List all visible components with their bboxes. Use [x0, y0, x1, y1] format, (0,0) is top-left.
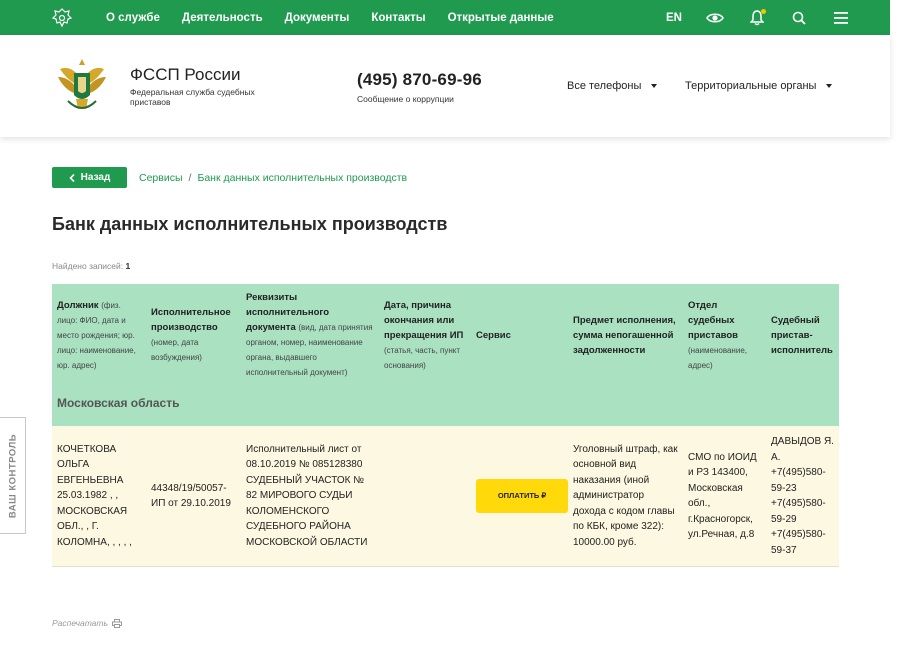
regions-dropdown[interactable]: Территориальные органы — [685, 80, 833, 92]
bell-icon[interactable] — [748, 8, 766, 27]
breadcrumb: Сервисы / Банк данных исполнительных про… — [139, 172, 407, 184]
breadcrumb-item-services[interactable]: Сервисы — [139, 172, 183, 184]
nav-item-contacts[interactable]: Контакты — [371, 12, 425, 24]
region-label: Московская область — [52, 386, 839, 426]
region-row: Московская область — [52, 386, 839, 426]
back-label: Назад — [80, 172, 111, 183]
all-phones-label: Все телефоны — [567, 80, 642, 92]
col-header-subject: Предмет исполнения, сумма непогашенной з… — [568, 284, 683, 386]
cell-proceeding: 44348/19/50057-ИП от 29.10.2019 — [146, 426, 241, 567]
printer-icon — [111, 618, 122, 628]
search-icon[interactable] — [790, 9, 808, 27]
nav-item-documents[interactable]: Документы — [285, 12, 350, 24]
cell-end-date — [379, 426, 471, 567]
hotline-phone[interactable]: (495) 870-69-96 — [357, 70, 482, 90]
breadcrumb-separator: / — [188, 172, 192, 184]
emblem-icon[interactable] — [50, 6, 74, 30]
menu-icon[interactable] — [832, 9, 850, 27]
col-header-debtor: Должник (физ. лицо: ФИО, дата и место ро… — [52, 284, 146, 386]
print-label: Распечатать — [52, 618, 108, 628]
hotline-caption: Сообщение о коррупции — [357, 94, 454, 104]
back-button[interactable]: Назад — [52, 167, 127, 188]
cell-bailiff: ДАВЫДОВ Я. А. +7(495)580-59-23 +7(495)58… — [766, 426, 839, 567]
col-header-proceeding: Исполнительное производство (номер, дата… — [146, 284, 241, 386]
org-name: ФССП России — [130, 65, 241, 84]
table-row: КОЧЕТКОВА ОЛЬГА ЕВГЕНЬЕВНА 25.03.1982 , … — [52, 426, 839, 567]
cell-document: Исполнительный лист от 08.10.2019 № 0851… — [241, 426, 379, 567]
language-switch[interactable]: EN — [666, 12, 682, 24]
notification-dot — [761, 8, 766, 14]
main-nav: О службе Деятельность Документы Контакты… — [106, 0, 554, 35]
site-header: ФССП России Федеральная служба судебных … — [0, 35, 890, 137]
cell-department: СМО по ИОИД и РЗ 143400, Московская обл.… — [683, 426, 766, 567]
your-control-tab[interactable]: ВАШ КОНТРОЛЬ — [0, 417, 26, 534]
col-header-document: Реквизиты исполнительного документа (вид… — [241, 284, 379, 386]
col-header-department: Отдел судебных приставов (наименование, … — [683, 284, 766, 386]
eye-icon[interactable] — [706, 9, 724, 27]
col-header-service: Сервис — [471, 284, 568, 386]
regions-label: Территориальные органы — [685, 80, 817, 92]
cell-subject: Уголовный штраф, как основной вид наказа… — [568, 426, 683, 567]
cell-service: ОПЛАТИТЬ ₽ — [471, 426, 568, 567]
nav-item-activity[interactable]: Деятельность — [182, 12, 263, 24]
nav-item-open-data[interactable]: Открытые данные — [448, 12, 554, 24]
breadcrumb-item-current[interactable]: Банк данных исполнительных производств — [197, 172, 407, 184]
table-header-row: Должник (физ. лицо: ФИО, дата и место ро… — [52, 284, 839, 386]
nav-item-about[interactable]: О службе — [106, 12, 160, 24]
records-found-label: Найдено записей: — [52, 261, 124, 271]
your-control-label: ВАШ КОНТРОЛЬ — [7, 433, 18, 518]
top-actions: EN — [666, 0, 850, 35]
print-link[interactable]: Распечатать — [52, 618, 122, 628]
page-title: Банк данных исполнительных производств — [52, 214, 448, 234]
records-found-count: 1 — [125, 261, 131, 271]
col-header-bailiff: Судебный пристав-исполнитель — [766, 284, 839, 386]
col-header-end-date: Дата, причина окончания или прекращения … — [379, 284, 471, 386]
cell-debtor: КОЧЕТКОВА ОЛЬГА ЕВГЕНЬЕВНА 25.03.1982 , … — [52, 426, 146, 567]
results-table: Должник (физ. лицо: ФИО, дата и место ро… — [52, 284, 839, 567]
chevron-down-icon — [651, 84, 658, 88]
chevron-down-icon — [826, 84, 833, 88]
fssp-emblem-logo[interactable] — [52, 55, 112, 117]
top-navbar: О службе Деятельность Документы Контакты… — [0, 0, 890, 35]
pay-button[interactable]: ОПЛАТИТЬ ₽ — [476, 479, 568, 513]
org-subtitle: Федеральная служба судебных приставов — [130, 87, 255, 107]
all-phones-dropdown[interactable]: Все телефоны — [567, 80, 658, 92]
records-found: Найдено записей: 1 — [52, 261, 130, 271]
chevron-left-icon — [69, 173, 75, 182]
